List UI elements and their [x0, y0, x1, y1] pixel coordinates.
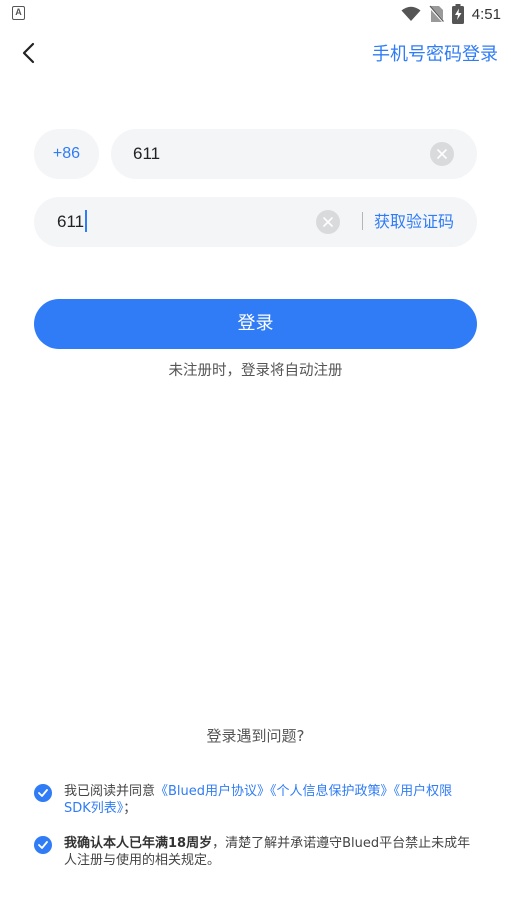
age-confirm-bold: 我确认本人已年满18周岁: [64, 836, 213, 851]
get-code-button[interactable]: 获取验证码: [374, 197, 454, 247]
age-checkbox[interactable]: [34, 836, 52, 854]
wifi-icon: [401, 6, 421, 21]
country-code-selector[interactable]: +86: [34, 129, 99, 179]
phone-input-value: 611: [133, 144, 161, 163]
user-agreement-link[interactable]: 《Blued用户协议》: [155, 784, 270, 799]
terms-checkbox[interactable]: [34, 784, 52, 802]
status-bar: A 4:51: [0, 0, 511, 28]
clear-phone-button[interactable]: [430, 142, 454, 166]
code-input-value: 611: [57, 212, 85, 231]
login-button[interactable]: 登录: [34, 299, 477, 349]
login-help-link[interactable]: 登录遇到问题?: [0, 725, 511, 746]
checkmark-icon: [38, 789, 48, 797]
text-cursor: [85, 210, 88, 233]
close-icon: [323, 217, 333, 227]
status-icons: 4:51: [401, 3, 501, 25]
battery-charging-icon: [451, 4, 464, 24]
checkmark-icon: [38, 841, 48, 849]
close-icon: [437, 149, 447, 159]
chevron-left-icon: [22, 42, 35, 64]
age-text: 我确认本人已年满18周岁，清楚了解并承诺遵守Blued平台禁止未成年人注册与使用…: [64, 835, 476, 869]
register-hint: 未注册时，登录将自动注册: [168, 363, 343, 379]
back-button[interactable]: [12, 38, 44, 68]
clear-code-button[interactable]: [316, 210, 340, 234]
app-notification-icon: A: [12, 6, 25, 20]
terms-suffix: ；: [123, 801, 137, 816]
no-sim-icon: [428, 5, 444, 23]
terms-prefix: 我已阅读并同意: [64, 784, 156, 799]
verification-code-input[interactable]: 611 获取验证码: [34, 197, 477, 247]
password-login-link[interactable]: 手机号密码登录: [372, 40, 498, 66]
privacy-policy-link[interactable]: 《个人信息保护政策》: [270, 784, 394, 799]
country-code-label: +86: [52, 145, 81, 162]
code-input-value-wrapper: 611: [57, 197, 88, 247]
terms-text: 我已阅读并同意《Blued用户协议》《个人信息保护政策》《用户权限 SDK列表》…: [64, 783, 476, 817]
status-time: 4:51: [471, 5, 501, 23]
phone-input[interactable]: 611: [111, 129, 477, 179]
field-divider: [362, 212, 363, 230]
